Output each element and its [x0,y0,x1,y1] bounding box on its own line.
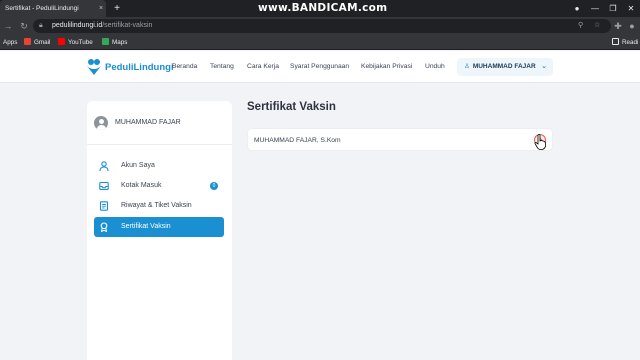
browser-tab-bar: Sertifikat - PeduliLindungi × + www.BAND… [0,0,640,17]
close-window-button[interactable]: ✕ [622,0,640,17]
page-title: Sertifikat Vaksin [247,101,336,113]
sidebar-item-akun-saya[interactable]: Akun Saya [94,156,224,176]
user-menu-name: MUHAMMAD FAJAR [472,63,536,70]
browser-tab[interactable]: Sertifikat - PeduliLindungi [0,0,106,17]
sidebar-item-label: Kotak Masuk [121,182,162,189]
user-icon [99,161,109,171]
lock-icon: 🔒︎ [39,22,43,29]
user-menu-dropdown[interactable]: ♙ MUHAMMAD FAJAR ⌄ [457,58,553,76]
unread-badge: 0 [210,182,218,190]
extension-icon[interactable]: ● [568,0,586,17]
reading-list-icon [612,38,619,45]
reload-icon[interactable]: ↻ [17,17,31,35]
sidebar-item-label: Riwayat & Tiket Vaksin [121,202,192,209]
bookmark-youtube[interactable]: YouTube [58,35,93,50]
browser-toolbar: → ↻ 🔒︎ pedulilindungi.id/sertifikat-vaks… [0,17,640,35]
extensions-puzzle-icon[interactable]: ✚ [611,17,625,35]
peduli-logo-icon [87,59,101,75]
sidebar-item-label: Akun Saya [121,162,155,169]
youtube-icon [58,38,65,45]
sidebar-item-riwayat-tiket[interactable]: Riwayat & Tiket Vaksin [94,196,224,216]
nav-cara-kerja[interactable]: Cara Kerja [247,51,279,83]
site-logo[interactable]: PeduliLindungi [86,57,174,77]
site-header: PeduliLindungi Beranda Tentang Cara Kerj… [0,51,640,83]
sidebar-item-sertifikat-vaksin[interactable]: Sertifikat Vaksin [94,217,224,237]
browser-tab-title: Sertifikat - PeduliLindungi [5,5,79,12]
bookmark-gmail[interactable]: Gmail [24,35,50,50]
minimize-button[interactable]: — [586,0,604,17]
history-icon [99,201,109,211]
window-controls: ● — ❐ ✕ [568,0,640,17]
certificate-icon [100,222,108,232]
bookmark-maps[interactable]: Maps [102,35,127,50]
gmail-icon [24,38,31,45]
profile-header: MUHAMMAD FAJAR [87,101,232,145]
avatar [94,116,108,130]
search-icon[interactable]: ⚲ [578,19,583,33]
user-icon: ♙ [464,63,470,70]
chevron-down-icon: ⌄ [541,63,547,70]
bookmarks-bar: Apps Gmail YouTube Maps Readi [0,35,640,50]
tab-close-icon[interactable]: × [96,0,106,17]
nav-kebijakan-privasi[interactable]: Kebijakan Privasi [361,51,412,83]
bookmark-reading-list[interactable]: Readi [612,35,638,50]
nav-beranda[interactable]: Beranda [172,51,197,83]
sidebar-item-label: Sertifikat Vaksin [121,223,171,230]
hand-pointer-cursor-icon [534,134,546,150]
nav-unduh[interactable]: Unduh [425,51,445,83]
maximize-button[interactable]: ❐ [604,0,622,17]
inbox-icon [99,181,109,191]
address-bar[interactable]: 🔒︎ pedulilindungi.id/sertifikat-vaksin ⚲… [33,19,611,33]
profile-icon[interactable]: ● [625,17,639,35]
bookmark-apps[interactable]: Apps [3,35,17,50]
profile-name: MUHAMMAD FAJAR [115,119,181,126]
url-text: pedulilindungi.id/sertifikat-vaksin [52,22,153,29]
recording-watermark: www.BANDICAM.com [258,2,388,14]
nav-tentang[interactable]: Tentang [210,51,234,83]
back-arrow-icon[interactable]: → [1,17,15,35]
logo-text: PeduliLindungi [105,61,174,73]
nav-syarat-penggunaan[interactable]: Syarat Penggunaan [290,51,349,83]
maps-icon [102,38,109,45]
account-sidebar: MUHAMMAD FAJAR Akun Saya Kotak Masuk 0 R… [87,101,232,360]
certificate-card[interactable]: MUHAMMAD FAJAR, S.Kom [247,128,553,151]
bookmark-star-icon[interactable]: ☆ [594,19,600,33]
new-tab-button[interactable]: + [112,0,122,17]
certificate-holder-name: MUHAMMAD FAJAR, S.Kom [254,137,341,144]
sidebar-item-kotak-masuk[interactable]: Kotak Masuk 0 [94,176,224,196]
